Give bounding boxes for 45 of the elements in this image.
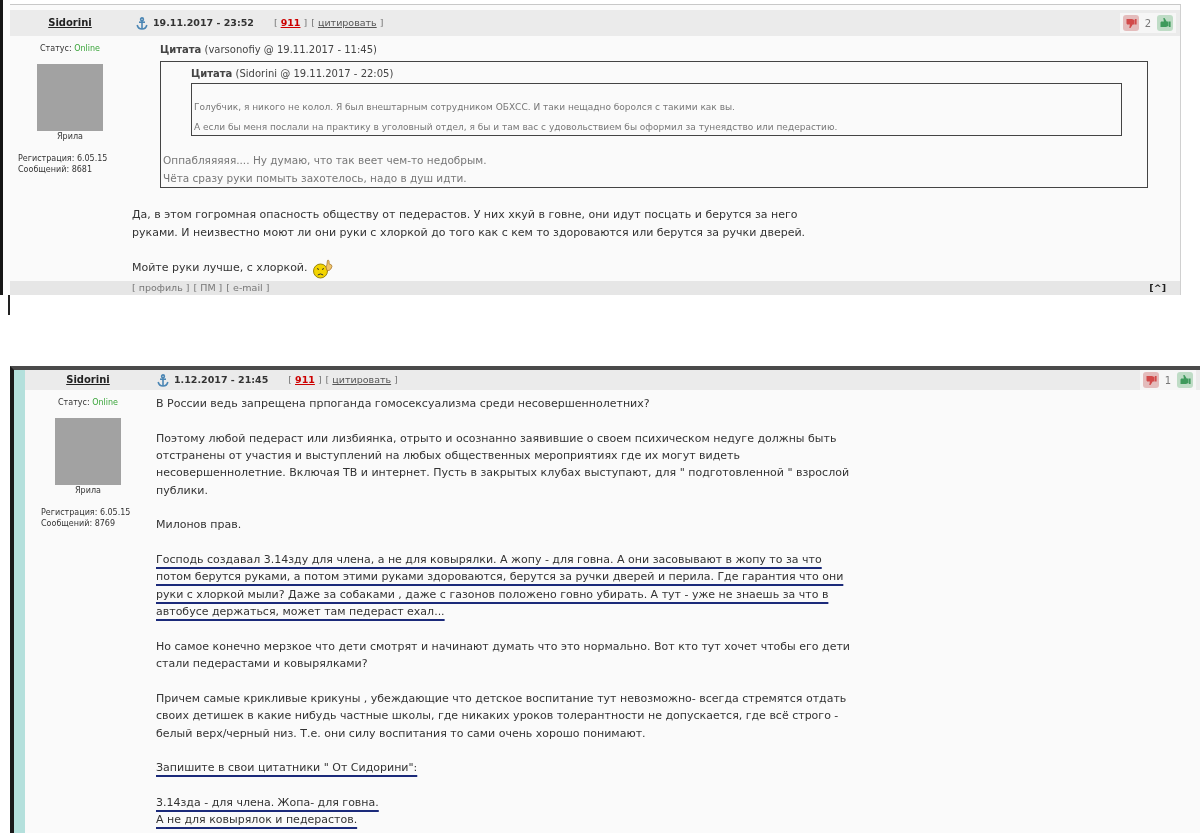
- rating-count: 2: [1144, 16, 1151, 31]
- quote-link[interactable]: [ цитировать ]: [325, 372, 398, 388]
- post-text: Господь создавал 3.14зду для члена, а не для ковырялки. А жопу - для говна. А они засовывают в жопу то за что потом берутся руками, а потом этими руками здороваются, берутся за ручки дверей и перила. Где гарантия что они руки с хлоркой мыли? Даже за собаками , даже с газонов положено говно убирать. А тут - уже не знаешь за что в автобусе держаться, может там педераст ехал...: [156, 552, 844, 621]
- user-status: Статус: Online: [57, 397, 119, 409]
- quote-header: Цитата (varsonofiy @ 19.11.2017 - 11:45): [160, 43, 378, 57]
- footer-link[interactable]: [ ПМ ]: [193, 280, 223, 296]
- rating-count: 1: [1164, 373, 1171, 388]
- footer-link[interactable]: [ e-mail ]: [226, 280, 270, 296]
- anchor-icon[interactable]: [157, 373, 169, 387]
- post-text: Запишите в свои цитатники " От Сидорини":: [156, 760, 418, 777]
- quote-header: Цитата (Sidorini @ 19.11.2017 - 22:05): [191, 67, 395, 81]
- post-date: 19.11.2017 - 23:52: [153, 15, 254, 30]
- user-status: Статус: Online: [39, 43, 101, 55]
- post-number-link[interactable]: [ 911 ]: [273, 15, 308, 31]
- thumbs-up-icon[interactable]: [1177, 372, 1193, 388]
- post-text: Но самое конечно мерзкое что дети смотрят и начинают думать что это нормально. Вот кто тут хочет чтобы его дети стали педерастами и ковырялками?: [156, 638, 850, 673]
- message-count: Сообщений: 8769: [41, 518, 116, 529]
- registration-date: Регистрация: 6.05.15: [41, 507, 132, 518]
- post-text: Мойте руки лучше, с хлоркой.: [132, 260, 308, 276]
- post-text: В России ведь запрещена прпоганда гомосексуализма среди несовершеннолетних?: [156, 396, 650, 412]
- quote-text: А если бы меня послали на практику в уголовный отдел, я бы и там вас с удовольствием бы оформил за тунеядство или педерастию.: [194, 121, 839, 134]
- post-number-link[interactable]: [ 911 ]: [288, 372, 322, 388]
- thumbs-down-icon[interactable]: [1142, 372, 1159, 388]
- quote-text: Голубчик, я никого не колол. Я был внештарным сотрудником ОБХСС. И таки нещадно боролся с такими как вы.: [194, 101, 736, 114]
- message-count: Сообщений: 8681: [18, 164, 93, 175]
- anchor-icon[interactable]: [136, 16, 148, 30]
- thumbs-down-icon[interactable]: [1122, 15, 1139, 31]
- post-text: 3.14зда - для члена. Жопа- для говна. А не для ковырялок и педерастов.: [156, 794, 379, 829]
- post-text: Поэтому любой педераст или лизбиянка, отрыто и осознанно заявившие о своем психическом недуге должны быть отстранены от участия и выступлений на любых общественных мероприятиях где их могут видеть несовершеннолетние. Включая ТВ и интернет. Пусть в закрытых клубах выступают, для " подготовленной " взрослой публики.: [156, 430, 850, 499]
- quote-link[interactable]: [ цитировать ]: [311, 15, 384, 31]
- username-link[interactable]: Sidorini: [66, 373, 110, 385]
- scroll-top-link[interactable]: [^]: [1149, 280, 1166, 296]
- thumbs-up-icon[interactable]: [1157, 15, 1173, 31]
- quote-text: Оппабляяяяя.... Ну думаю, что так веет чем-то недобрым. Чёта сразу руки помыть захотелось, надо в душ идти.: [163, 153, 488, 186]
- post-text: Да, в этом гогромная опасность обществу от педерастов. У них хкуй в говне, они идут посцать и берутся за него руками. И неизвестно моют ли они руки с хлоркой до того как с кем то здороваются или берутся за ручки дверей.: [132, 207, 806, 241]
- post-date: 1.12.2017 - 21:45: [174, 372, 269, 387]
- avatar-photo-placeholder: [55, 418, 121, 485]
- user-rank: Ярила: [74, 485, 102, 497]
- registration-date: Регистрация: 6.05.15: [18, 153, 109, 164]
- username-link[interactable]: Sidorini: [48, 16, 92, 28]
- post-text: Причем самые крикливые крикуны , убеждающие что детское воспитание тут невозможно- всегда стремятся отдать своих детишек в какие нибудь частные школы, где никаких уроков толерантности не допускается, где всё строго - белый верх/черный низ. Т.е. они силу воспитания то сами очень хорошо понимают.: [156, 690, 847, 742]
- avatar-photo-placeholder: [37, 64, 103, 131]
- post-text: Милонов прав.: [156, 517, 242, 534]
- footer-link[interactable]: [ профиль ]: [132, 280, 190, 296]
- user-rank: Ярила: [56, 131, 84, 143]
